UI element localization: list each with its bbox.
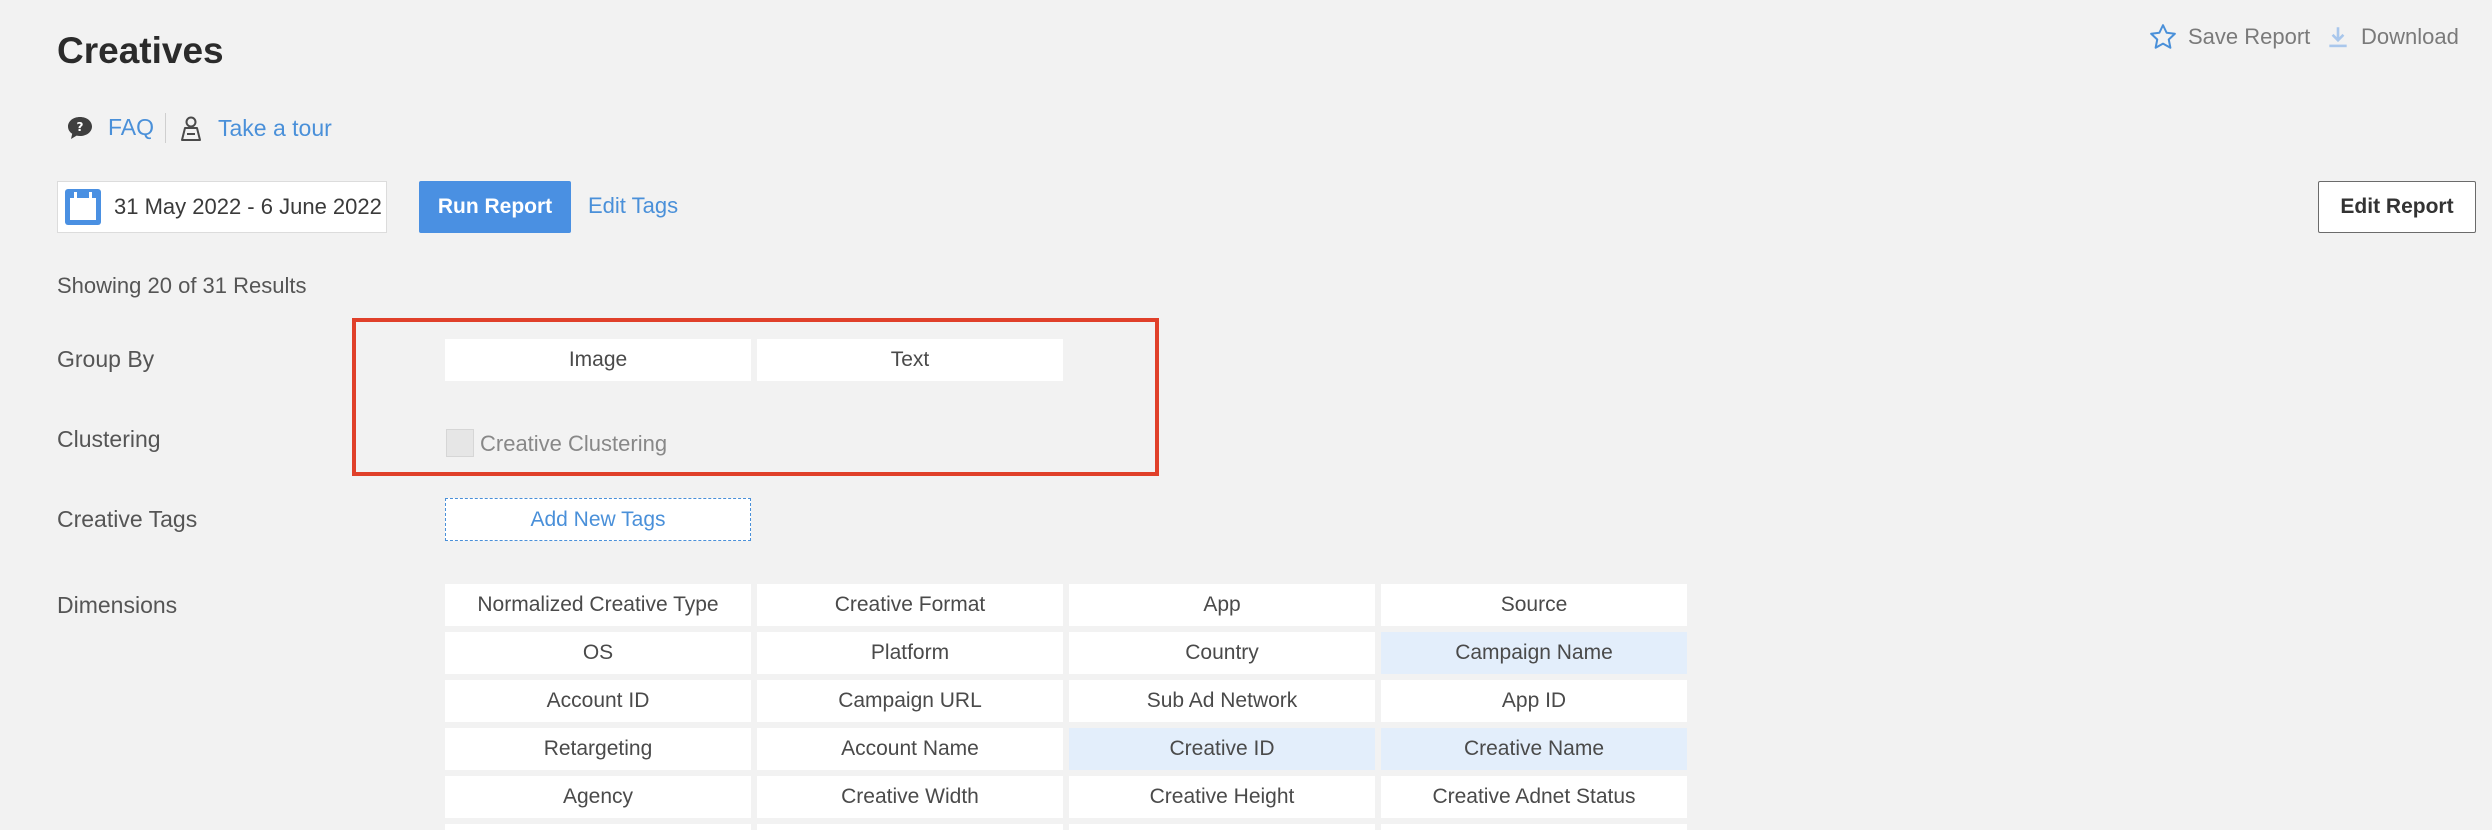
dimension-account-id[interactable]: Account ID — [445, 680, 751, 722]
dimension-os[interactable]: OS — [445, 632, 751, 674]
results-summary: Showing 20 of 31 Results — [57, 273, 307, 298]
dimension-country[interactable]: Country — [1069, 632, 1375, 674]
dimension-platform[interactable]: Platform — [757, 632, 1063, 674]
faq-link[interactable]: ? FAQ — [66, 114, 154, 141]
dimension-account-name[interactable]: Account Name — [757, 728, 1063, 770]
dimensions-label: Dimensions — [57, 592, 178, 618]
dimension-agency[interactable]: Agency — [445, 776, 751, 818]
edit-tags-link[interactable]: Edit Tags — [588, 193, 678, 219]
dimension-creative-name[interactable]: Creative Name — [1381, 728, 1687, 770]
tour-link[interactable]: Take a tour — [178, 114, 332, 142]
add-new-tags-button[interactable]: Add New Tags — [445, 498, 751, 541]
dimension-source[interactable]: Source — [1381, 584, 1687, 626]
dimension-campaign-url[interactable]: Campaign URL — [757, 680, 1063, 722]
faq-label: FAQ — [108, 114, 155, 140]
highlight-annotation-box — [352, 318, 1159, 476]
dimension-normalized-creative-type[interactable]: Normalized Creative Type — [445, 584, 751, 626]
tour-label: Take a tour — [218, 114, 332, 141]
svg-text:?: ? — [77, 120, 84, 134]
dimension-app[interactable]: App — [1069, 584, 1375, 626]
dimension-row-cutoff-cell[interactable] — [1069, 824, 1375, 830]
dimension-sub-ad-network[interactable]: Sub Ad Network — [1069, 680, 1375, 722]
calendar-icon — [65, 189, 101, 225]
dimension-creative-adnet-status[interactable]: Creative Adnet Status — [1381, 776, 1687, 818]
dimension-app-id[interactable]: App ID — [1381, 680, 1687, 722]
run-report-button[interactable]: Run Report — [419, 181, 571, 233]
page-title: Creatives — [57, 30, 224, 71]
dimension-creative-format[interactable]: Creative Format — [757, 584, 1063, 626]
dimension-creative-width[interactable]: Creative Width — [757, 776, 1063, 818]
dimension-campaign-name[interactable]: Campaign Name — [1381, 632, 1687, 674]
help-divider — [165, 113, 166, 143]
creative-tags-label: Creative Tags — [57, 506, 198, 532]
save-report-label: Save Report — [2188, 24, 2311, 49]
dimension-row-cutoff-cell[interactable] — [1381, 824, 1687, 830]
download-button[interactable]: Download — [2325, 22, 2459, 52]
question-bubble-icon: ? — [68, 116, 92, 139]
date-range-picker[interactable]: 31 May 2022 - 6 June 2022 — [57, 181, 387, 233]
dimension-row-cutoff-cell[interactable] — [757, 824, 1063, 830]
dimension-creative-id[interactable]: Creative ID — [1069, 728, 1375, 770]
dimension-row-cutoff-cell[interactable] — [445, 824, 751, 830]
download-icon — [2329, 27, 2347, 48]
group-by-label: Group By — [57, 346, 155, 372]
date-range-value: 31 May 2022 - 6 June 2022 — [114, 194, 382, 219]
star-icon — [2150, 24, 2176, 49]
save-report-button[interactable]: Save Report — [2148, 22, 2310, 52]
clustering-label: Clustering — [57, 426, 161, 452]
edit-report-button[interactable]: Edit Report — [2318, 181, 2476, 233]
download-label: Download — [2361, 24, 2459, 49]
tour-person-icon — [181, 116, 201, 141]
dimension-creative-height[interactable]: Creative Height — [1069, 776, 1375, 818]
dimension-retargeting[interactable]: Retargeting — [445, 728, 751, 770]
